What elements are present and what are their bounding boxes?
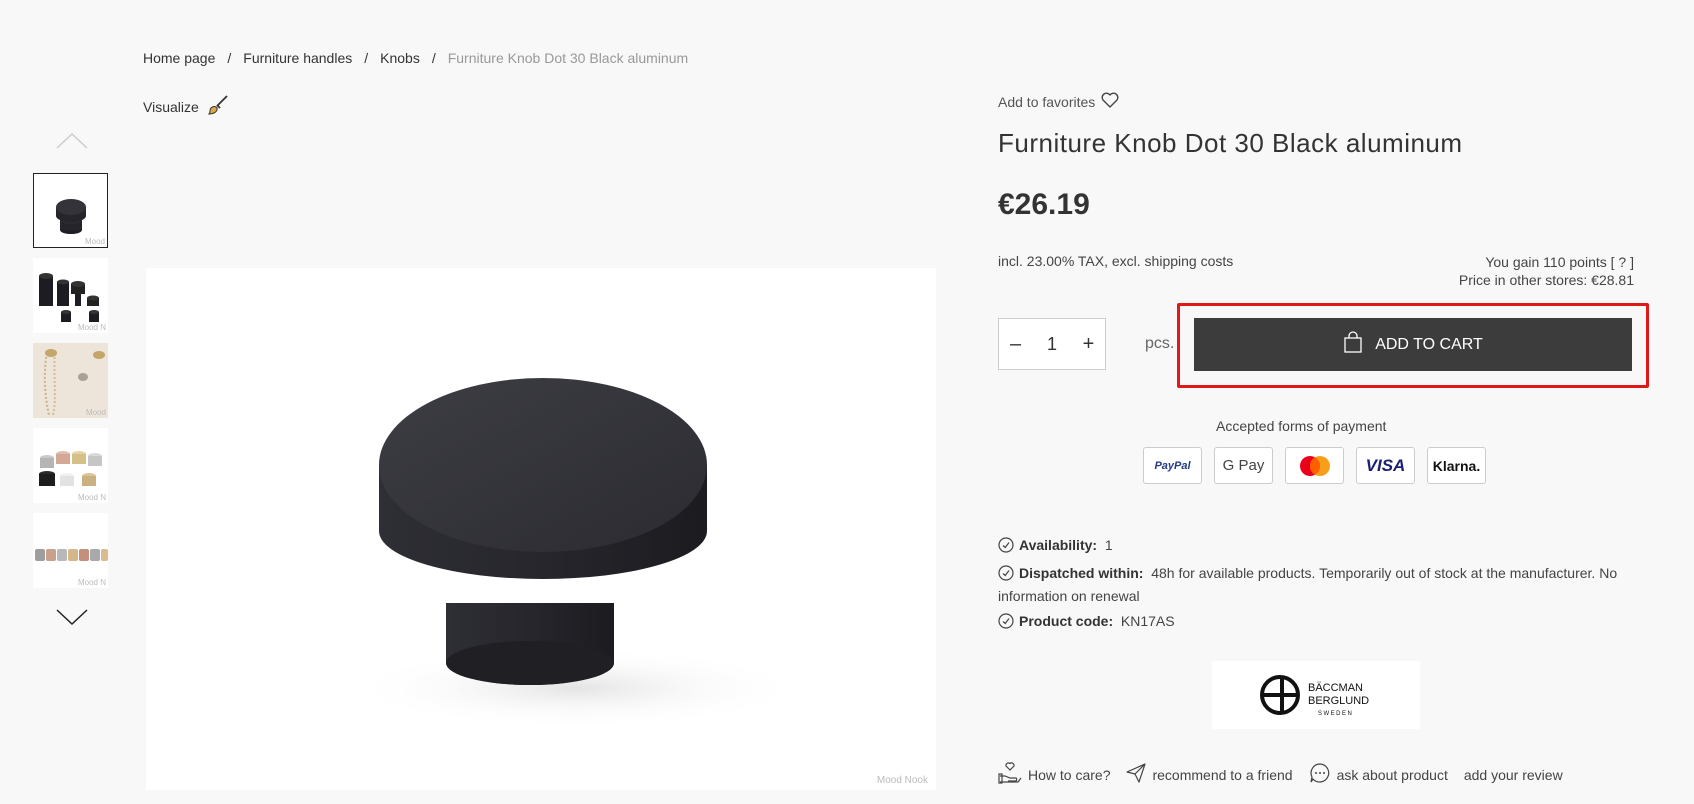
main-product-image[interactable]: Mood Nook [146,268,936,790]
breadcrumb-home[interactable]: Home page [143,50,215,66]
add-review-link[interactable]: add your review [1464,767,1563,783]
tax-note: incl. 23.00% TAX, excl. shipping costs [998,253,1234,269]
chat-bubble-icon [1309,762,1331,787]
dispatch-row: Dispatched within: 48h for available pro… [998,563,1618,606]
heart-icon [1101,92,1119,111]
product-title: Furniture Knob Dot 30 Black aluminum [998,128,1463,158]
recommend-link[interactable]: recommend to a friend [1126,763,1293,786]
thumbnail-5[interactable]: Mood N [33,513,108,588]
thumbnails-down-arrow-icon[interactable] [55,607,89,627]
thumbnail-1[interactable]: Mood [33,173,108,248]
ask-about-product-link[interactable]: ask about product [1309,762,1448,787]
thumbnail-list: Mood Mood N Mood Mood N Mood N [33,173,110,598]
availability-value: 1 [1104,537,1113,553]
other-stores-price: Price in other stores: €28.81 [1458,272,1634,288]
visualize-label: Visualize [143,98,199,115]
availability-label: Availability: [1019,537,1098,553]
thumbnail-4[interactable]: Mood N [33,428,108,503]
klarna-logo: Klarna. [1427,447,1486,484]
google-pay-logo: G Pay [1214,447,1273,484]
check-circle-icon [998,537,1014,558]
visualize-button[interactable]: Visualize [143,94,229,119]
product-code-label: Product code: [1019,613,1114,629]
points-text[interactable]: You gain 110 points [ ? ] [1459,253,1634,271]
highlight-box [1177,303,1649,388]
breadcrumb: Home page / Furniture handles / Knobs / … [143,50,688,66]
quantity-unit: pcs. [1145,335,1175,352]
how-to-care-link[interactable]: How to care? [998,762,1110,787]
thumbnails-up-arrow-icon[interactable] [55,130,89,150]
thumbnail-watermark: Mood [85,408,106,417]
breadcrumb-separator: / [431,50,436,66]
product-actions: How to care? recommend to a friend ask a… [998,762,1573,787]
brand-line-1: BÄCCMAN [1308,682,1363,694]
loyalty-points-info: You gain 110 points [ ? ] Price in other… [1459,253,1634,289]
add-review-label: add your review [1463,766,1563,783]
product-price: €26.19 [998,188,1090,221]
thumbnail-watermark: Mood N [77,493,106,502]
breadcrumb-furniture-handles[interactable]: Furniture handles [243,50,352,66]
paintbrush-icon [207,94,229,119]
hand-heart-icon [998,762,1022,787]
ask-about-product-label: ask about product [1336,766,1448,783]
thumbnail-watermark: Mood N [77,323,106,332]
quantity-increase-button[interactable]: + [1072,333,1105,356]
how-to-care-label: How to care? [1028,766,1111,783]
add-to-favorites-label: Add to favorites [998,93,1096,110]
thumbnail-watermark: Mood [84,237,105,246]
paper-plane-icon [1126,763,1147,786]
brand-line-2: BERGLUND [1308,695,1369,707]
check-circle-icon [998,613,1014,634]
thumbnail-watermark: Mood N [77,578,106,587]
brand-line-3: SWEDEN [1318,711,1353,717]
breadcrumb-knobs[interactable]: Knobs [380,50,420,66]
breadcrumb-separator: / [364,50,369,66]
check-circle-icon [998,565,1014,586]
quantity-decrease-button[interactable]: – [999,333,1032,356]
recommend-label: recommend to a friend [1152,766,1293,783]
availability-row: Availability: 1 [998,535,1113,558]
payment-methods: PayPal G Pay VISA Klarna. [1143,447,1486,484]
thumbnail-3[interactable]: Mood [33,343,108,418]
breadcrumb-separator: / [227,50,232,66]
dispatch-label: Dispatched within: [1019,565,1144,581]
mastercard-logo [1285,447,1344,484]
thumbnail-2[interactable]: Mood N [33,258,108,333]
quantity-input[interactable] [1032,332,1072,356]
paypal-logo: PayPal [1143,447,1202,484]
main-image-watermark: Mood Nook [876,775,928,786]
product-code-value: KN17AS [1120,613,1175,629]
visa-logo: VISA [1356,447,1415,484]
brand-logo[interactable]: BÄCCMAN BERGLUND SWEDEN [1212,661,1420,729]
payments-label: Accepted forms of payment [1216,418,1387,434]
breadcrumb-current: Furniture Knob Dot 30 Black aluminum [447,50,689,66]
add-to-favorites-button[interactable]: Add to favorites [998,92,1119,111]
product-code-row: Product code: KN17AS [998,611,1175,634]
quantity-stepper: – + [998,318,1106,370]
